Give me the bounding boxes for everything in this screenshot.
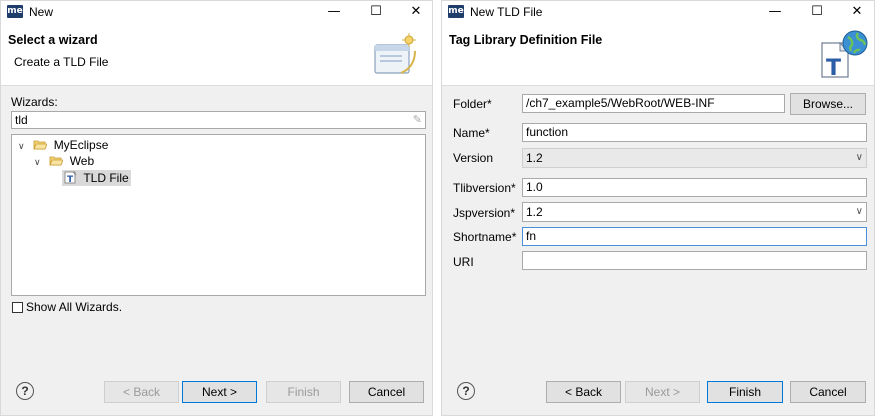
minimize-icon[interactable]: — xyxy=(319,3,349,21)
shortname-input[interactable]: fn xyxy=(522,227,867,246)
chevron-down-icon[interactable]: ∨ xyxy=(18,138,30,154)
show-all-wizards-checkbox[interactable] xyxy=(12,302,23,313)
folder-open-icon xyxy=(49,156,64,166)
svg-text:T: T xyxy=(826,56,841,81)
wizard-filter-input[interactable]: tld ✎ xyxy=(11,111,426,129)
version-label: Version xyxy=(453,151,494,165)
window-title: New xyxy=(29,5,54,19)
tree-item-label: Web xyxy=(69,154,95,168)
wizard-header: Tag Library Definition File T xyxy=(442,23,874,86)
maximize-icon[interactable]: ☐ xyxy=(361,3,391,21)
folder-label: Folder* xyxy=(453,97,492,111)
new-wizard-dialog: me New — ☐ ✕ Select a wizard Create a TL… xyxy=(0,0,433,416)
close-icon[interactable]: ✕ xyxy=(842,3,872,21)
close-icon[interactable]: ✕ xyxy=(401,3,431,21)
title-bar: me New — ☐ ✕ xyxy=(1,1,432,23)
jspversion-label: Jspversion* xyxy=(453,206,516,220)
uri-input[interactable] xyxy=(522,251,867,270)
window-title: New TLD File xyxy=(470,5,543,19)
folder-input[interactable]: /ch7_example5/WebRoot/WEB-INF xyxy=(522,94,785,113)
myeclipse-app-icon: me xyxy=(448,5,464,18)
next-button[interactable]: Next > xyxy=(625,381,700,403)
clear-filter-icon[interactable]: ✎ xyxy=(413,112,422,128)
tree-item-myeclipse[interactable]: ∨ MyEclipse xyxy=(18,137,108,153)
shortname-label: Shortname* xyxy=(453,230,517,244)
uri-label: URI xyxy=(453,255,474,269)
version-select[interactable]: 1.2 ∨ xyxy=(522,148,867,168)
wizard-tree[interactable]: ∨ MyEclipse ∨ Web T TLD File xyxy=(11,134,426,296)
wizard-header: Select a wizard Create a TLD File xyxy=(1,23,432,86)
browse-button[interactable]: Browse... xyxy=(790,93,866,115)
cancel-button[interactable]: Cancel xyxy=(349,381,424,403)
show-all-wizards-label: Show All Wizards. xyxy=(26,300,123,314)
page-title: Select a wizard xyxy=(8,33,98,47)
tlibversion-input[interactable]: 1.0 xyxy=(522,178,867,197)
maximize-icon[interactable]: ☐ xyxy=(802,3,832,21)
help-icon[interactable]: ? xyxy=(457,382,475,400)
finish-button[interactable]: Finish xyxy=(707,381,783,403)
tree-item-web[interactable]: ∨ Web xyxy=(34,153,94,169)
jspversion-select[interactable]: 1.2 ∨ xyxy=(522,202,867,222)
tld-globe-banner-icon: T xyxy=(821,30,868,81)
folder-open-icon xyxy=(33,140,48,150)
name-input[interactable]: function xyxy=(522,123,867,142)
chevron-down-icon: ∨ xyxy=(855,152,863,163)
cancel-button[interactable]: Cancel xyxy=(790,381,866,403)
tree-item-label: MyEclipse xyxy=(53,138,109,152)
svg-text:T: T xyxy=(67,175,74,184)
tree-item-label: TLD File xyxy=(83,171,129,185)
tld-file-icon: T xyxy=(64,171,77,185)
chevron-down-icon: ∨ xyxy=(855,206,863,217)
version-value: 1.2 xyxy=(526,151,543,165)
filter-value: tld xyxy=(15,113,28,127)
back-button[interactable]: < Back xyxy=(546,381,621,403)
next-button[interactable]: Next > xyxy=(182,381,257,403)
title-bar: me New TLD File — ☐ ✕ xyxy=(442,1,874,23)
tlibversion-label: Tlibversion* xyxy=(453,181,516,195)
finish-button[interactable]: Finish xyxy=(266,381,341,403)
minimize-icon[interactable]: — xyxy=(760,3,790,21)
name-label: Name* xyxy=(453,126,490,140)
new-tld-file-dialog: me New TLD File — ☐ ✕ Tag Library Defini… xyxy=(441,0,875,416)
page-title: Tag Library Definition File xyxy=(449,33,603,47)
wizards-label: Wizards: xyxy=(11,95,58,109)
back-button[interactable]: < Back xyxy=(104,381,179,403)
page-description: Create a TLD File xyxy=(14,55,109,69)
myeclipse-app-icon: me xyxy=(7,5,23,18)
wizard-banner-icon xyxy=(374,33,416,74)
tree-item-tld-file[interactable]: T TLD File xyxy=(62,170,131,186)
help-icon[interactable]: ? xyxy=(16,382,34,400)
jspversion-value: 1.2 xyxy=(526,205,543,219)
chevron-down-icon[interactable]: ∨ xyxy=(34,154,46,170)
